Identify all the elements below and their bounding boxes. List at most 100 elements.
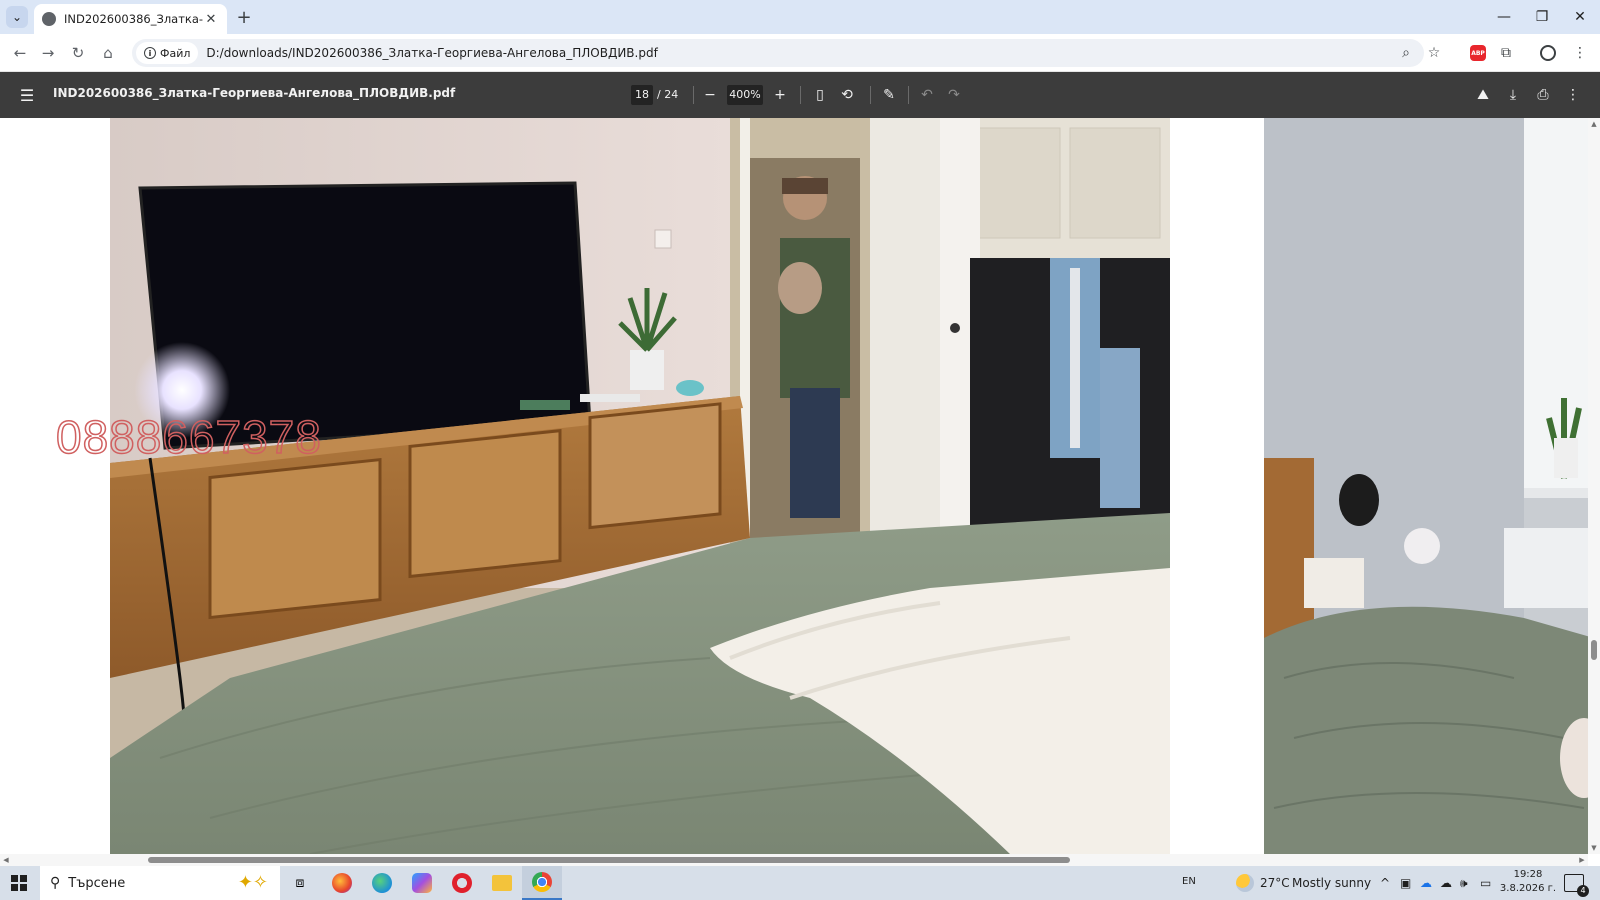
rotate-icon[interactable]: ⟲ — [836, 84, 858, 106]
zoom-icon[interactable]: ⌕ — [1394, 39, 1418, 67]
toolbar-divider — [800, 86, 801, 104]
page-number-input[interactable]: 18 — [631, 85, 653, 105]
adblock-extension-button[interactable]: ABP — [1466, 42, 1490, 64]
info-icon: i — [144, 47, 156, 59]
address-bar[interactable]: i Файл D:/downloads/IND202600386_Златка-… — [132, 39, 1440, 67]
horizontal-scrollbar[interactable]: ◀ ▶ — [0, 854, 1588, 866]
file-explorer-app[interactable] — [482, 866, 522, 900]
chrome-app[interactable] — [522, 866, 562, 900]
volume-icon[interactable]: 🕪 — [1460, 876, 1468, 891]
search-icon: ⚲ — [50, 875, 61, 891]
extensions-puzzle-icon[interactable]: ⧉ — [1494, 42, 1518, 64]
bookmark-star-icon[interactable]: ☆ — [1422, 39, 1446, 67]
page-total: / 24 — [657, 88, 679, 101]
display-icon[interactable]: ▭ — [1480, 876, 1491, 890]
pdf-document-area[interactable]: 0888667378 ▲ ▼ ◀ ▶ — [0, 118, 1600, 866]
scroll-left-arrow-icon[interactable]: ◀ — [0, 854, 12, 866]
tab-search-button[interactable]: ⌄ — [6, 6, 28, 28]
zoom-in-button[interactable]: + — [769, 84, 791, 106]
start-button[interactable] — [0, 866, 38, 900]
firefox-app[interactable] — [322, 866, 362, 900]
scroll-up-arrow-icon[interactable]: ▲ — [1588, 118, 1600, 130]
notification-count-badge: 4 — [1577, 885, 1589, 897]
forward-button[interactable]: → — [36, 42, 60, 64]
second-photo — [1264, 118, 1594, 854]
scroll-right-arrow-icon[interactable]: ▶ — [1576, 854, 1588, 866]
adblock-icon: ABP — [1470, 45, 1486, 61]
onedrive-icon[interactable]: ☁ — [1420, 876, 1432, 890]
taskbar: ⚲ Търсене ✦✧ ⧈ EN 27°C Mostly sunny ^ ▣ … — [0, 866, 1600, 900]
fit-page-icon[interactable]: ▯ — [809, 84, 831, 106]
toolbar-divider — [908, 86, 909, 104]
sidebar-menu-icon[interactable]: ☰ — [16, 84, 38, 106]
network-cloud-icon[interactable]: ☁ — [1440, 876, 1452, 890]
annotate-pen-icon[interactable]: ✎ — [878, 84, 900, 106]
weather-description[interactable]: Mostly sunny — [1292, 876, 1371, 890]
copilot-sparkle-icon: ✦✧ — [237, 872, 268, 893]
task-view-icon: ⧈ — [295, 875, 305, 891]
input-language[interactable]: EN — [1182, 876, 1196, 887]
zoom-input[interactable]: 400% — [727, 85, 763, 105]
tab-close-icon[interactable]: ✕ — [203, 12, 219, 27]
bedroom-photo — [110, 118, 1170, 854]
globe-icon — [42, 12, 56, 26]
clock-date: 3.8.2026 г. — [1499, 883, 1557, 894]
edge-app[interactable] — [362, 866, 402, 900]
zoom-out-button[interactable]: − — [699, 84, 721, 106]
tab-strip: ⌄ IND202600386_Златка-Георгиева-Ангелова… — [0, 0, 1600, 34]
task-view-button[interactable]: ⧈ — [280, 866, 320, 900]
weather-icon[interactable] — [1236, 874, 1254, 892]
new-tab-button[interactable]: + — [233, 7, 255, 29]
site-info-chip[interactable]: i Файл — [136, 42, 199, 64]
download-icon[interactable]: ⤓ — [1502, 84, 1524, 106]
clock-time: 19:28 — [1513, 869, 1543, 880]
scroll-down-arrow-icon[interactable]: ▼ — [1588, 842, 1600, 854]
copilot-icon — [412, 873, 432, 893]
site-info-label: Файл — [160, 46, 191, 60]
save-to-drive-icon[interactable]: ⛰ — [1472, 84, 1494, 106]
toolbar-divider — [693, 86, 694, 104]
phone-watermark: 0888667378 — [55, 410, 322, 464]
print-icon[interactable]: ⎙ — [1532, 84, 1554, 106]
firefox-icon — [332, 873, 352, 893]
toolbar-divider — [870, 86, 871, 104]
second-photo-image — [1264, 118, 1594, 854]
opera-icon — [452, 873, 472, 893]
redo-icon[interactable]: ↷ — [943, 84, 965, 106]
vertical-scrollbar[interactable]: ▲ ▼ — [1588, 118, 1600, 854]
bedroom-photo-image — [110, 118, 1170, 854]
copilot-app[interactable] — [402, 866, 442, 900]
meet-now-icon[interactable]: ▣ — [1400, 876, 1411, 890]
profile-icon — [1540, 45, 1556, 61]
taskbar-search[interactable]: ⚲ Търсене ✦✧ — [40, 866, 280, 900]
windows-logo-icon — [11, 875, 27, 891]
browser-menu-icon[interactable]: ⋮ — [1568, 42, 1592, 64]
home-button[interactable]: ⌂ — [96, 42, 120, 64]
chrome-icon — [532, 872, 552, 892]
restore-button[interactable]: ❐ — [1524, 0, 1560, 34]
back-button[interactable]: ← — [8, 42, 32, 64]
clock[interactable]: 19:28 3.8.2026 г. — [1498, 868, 1558, 896]
undo-icon[interactable]: ↶ — [916, 84, 938, 106]
pdf-file-title: IND202600386_Златка-Георгиева-Ангелова_П… — [53, 86, 456, 100]
folder-icon — [492, 875, 512, 891]
search-placeholder: Търсене — [68, 875, 126, 891]
weather-temperature[interactable]: 27°C — [1260, 876, 1290, 890]
pdf-toolbar: ☰ IND202600386_Златка-Георгиева-Ангелова… — [0, 72, 1600, 118]
browser-toolbar: ← → ↻ ⌂ i Файл D:/downloads/IND202600386… — [0, 34, 1600, 72]
more-options-icon[interactable]: ⋮ — [1562, 84, 1584, 106]
notifications-icon[interactable]: 4 — [1564, 874, 1589, 897]
tab-title: IND202600386_Златка-Георгиева-Ангелова_П… — [64, 12, 203, 26]
horizontal-scroll-thumb[interactable] — [148, 857, 1070, 863]
close-window-button[interactable]: ✕ — [1562, 0, 1598, 34]
opera-app[interactable] — [442, 866, 482, 900]
profile-button[interactable] — [1536, 42, 1560, 64]
edge-icon — [372, 873, 392, 893]
reload-button[interactable]: ↻ — [66, 42, 90, 64]
show-hidden-icons-chevron-icon[interactable]: ^ — [1380, 876, 1390, 890]
url-text: D:/downloads/IND202600386_Златка-Георгие… — [206, 46, 658, 60]
vertical-scroll-thumb[interactable] — [1591, 640, 1597, 660]
minimize-button[interactable]: — — [1486, 0, 1522, 34]
chevron-down-icon: ⌄ — [11, 10, 23, 24]
browser-tab[interactable]: IND202600386_Златка-Георгиева-Ангелова_П… — [34, 4, 227, 34]
